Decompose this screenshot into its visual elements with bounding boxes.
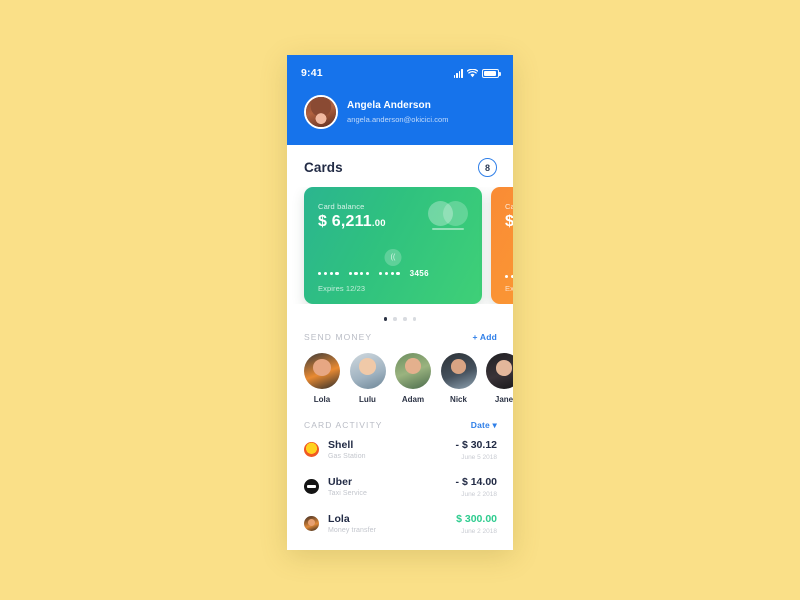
transaction-meta: - $ 14.00 June 2 2018 [456, 476, 497, 498]
contact-lulu[interactable]: Lulu [349, 352, 386, 404]
transaction-info: Lola Money transfer [328, 513, 456, 535]
contact-name: Adam [401, 394, 425, 404]
pagination-dot-2[interactable] [393, 317, 397, 321]
transaction-info: Uber Taxi Service [328, 476, 456, 498]
card-balance-amount: $ 6,211.00 [318, 213, 386, 231]
contact-avatar[interactable] [395, 352, 431, 389]
card-balance-label: Card balance [505, 202, 513, 211]
transaction-info: Shell Gas Station [328, 439, 456, 461]
send-money-header: SEND MONEY + Add [287, 332, 513, 342]
transaction-meta: - $ 30.12 June 5 2018 [456, 439, 497, 461]
status-bar: 9:41 [287, 55, 513, 83]
battery-icon [482, 69, 501, 78]
credit-card-green[interactable]: Card balance $ 6,211.00 (( 3456 Expires … [304, 187, 482, 304]
contact-name: Lola [313, 394, 331, 404]
send-money-title: SEND MONEY [304, 331, 373, 342]
card-last4: 3456 [409, 269, 429, 278]
carousel-pagination[interactable] [287, 304, 513, 332]
wifi-icon [467, 68, 478, 78]
profile-text: Angela Anderson angela.anderson@okicici.… [347, 100, 449, 124]
lola-icon [304, 516, 319, 532]
pagination-dot-4[interactable] [412, 317, 417, 321]
status-bar-icons [453, 68, 501, 78]
contact-name: Lulu [359, 394, 376, 404]
transaction-category: Money transfer [328, 527, 377, 535]
card-number-dots [348, 271, 370, 276]
pagination-dot-1[interactable] [383, 317, 388, 321]
transaction-date: June 5 2018 [461, 453, 497, 461]
uber-icon [304, 479, 319, 495]
card-balance-cents: .00 [371, 218, 386, 229]
transaction-date: June 2 2018 [461, 490, 497, 498]
transaction-amount: $ 300.00 [456, 512, 497, 525]
card-activity-header: CARD ACTIVITY Date ▾ [287, 404, 513, 431]
contact-lola[interactable]: Lola [304, 352, 340, 404]
credit-card-orange[interactable]: Card balance $ 5,1 Expires [491, 187, 513, 304]
card-expiry: Expires 12/23 [318, 284, 366, 293]
signal-icon [453, 68, 463, 78]
contact-name: Jane [494, 394, 513, 404]
pagination-dot-3[interactable] [403, 317, 407, 321]
transaction-category: Taxi Service [328, 490, 367, 498]
avatar[interactable] [304, 95, 338, 129]
contact-avatar[interactable] [304, 352, 340, 389]
contact-avatar[interactable] [440, 352, 477, 389]
mastercard-logo-icon [428, 201, 468, 230]
transaction-amount: - $ 30.12 [455, 438, 497, 451]
contactless-icon: (( [384, 249, 402, 266]
card-number [505, 274, 513, 278]
status-bar-clock: 9:41 [301, 67, 323, 79]
cards-count-badge[interactable]: 8 [478, 158, 497, 177]
cards-header: Cards 8 [287, 145, 513, 187]
table-row[interactable]: Walmart - $ 285.30 [304, 542, 497, 550]
contacts-list[interactable]: Lola Lulu Adam Nick Jane Tiff [287, 342, 513, 404]
card-number: 3456 [318, 269, 429, 278]
card-number-dots [379, 271, 400, 276]
chevron-down-icon: ▾ [492, 419, 497, 430]
contact-adam[interactable]: Adam [395, 352, 431, 404]
table-row[interactable]: Lola Money transfer $ 300.00 June 2 2018 [304, 505, 497, 542]
profile-block[interactable]: Angela Anderson angela.anderson@okicici.… [287, 83, 513, 129]
add-contact-button[interactable]: + Add [472, 332, 497, 342]
transaction-date: June 2 2018 [461, 527, 497, 535]
card-balance-value: $ 5,1 [505, 213, 513, 230]
sort-label: Date [470, 419, 490, 430]
profile-email: angela.anderson@okicici.com [347, 114, 449, 124]
transaction-meta: $ 300.00 June 2 2018 [456, 513, 497, 535]
transaction-category: Gas Station [328, 453, 366, 461]
card-balance-value: $ 6,211 [318, 213, 372, 230]
card-balance-label: Card balance [318, 202, 365, 211]
transaction-list: Shell Gas Station - $ 30.12 June 5 2018 … [287, 431, 513, 550]
table-row[interactable]: Uber Taxi Service - $ 14.00 June 2 2018 [304, 468, 497, 505]
sort-by-date-dropdown[interactable]: Date ▾ [471, 420, 497, 431]
card-expiry: Expires [505, 284, 513, 293]
transaction-merchant: Lola [328, 512, 350, 525]
transaction-merchant: Uber [328, 475, 353, 488]
card-carousel[interactable]: Card balance $ 6,211.00 (( 3456 Expires … [287, 187, 513, 304]
transaction-merchant: Shell [328, 438, 354, 451]
contact-nick[interactable]: Nick [440, 352, 477, 404]
contact-jane[interactable]: Jane [486, 352, 513, 404]
contact-name: Nick [450, 394, 467, 404]
card-number-dots [318, 271, 339, 276]
card-balance-amount: $ 5,1 [505, 213, 513, 231]
profile-name: Angela Anderson [347, 100, 431, 112]
card-activity-title: CARD ACTIVITY [304, 419, 383, 430]
card-number-dots [505, 274, 513, 278]
contact-avatar[interactable] [486, 352, 513, 389]
app-header: 9:41 Angela Anderson angela.anderson@oki… [287, 55, 513, 145]
phone-mockup: 9:41 Angela Anderson angela.anderson@oki… [287, 55, 513, 550]
shell-icon [304, 442, 319, 458]
page-title: Cards [304, 160, 343, 175]
transaction-amount: - $ 14.00 [455, 475, 497, 488]
contact-avatar[interactable] [349, 352, 386, 389]
table-row[interactable]: Shell Gas Station - $ 30.12 June 5 2018 [304, 431, 497, 468]
